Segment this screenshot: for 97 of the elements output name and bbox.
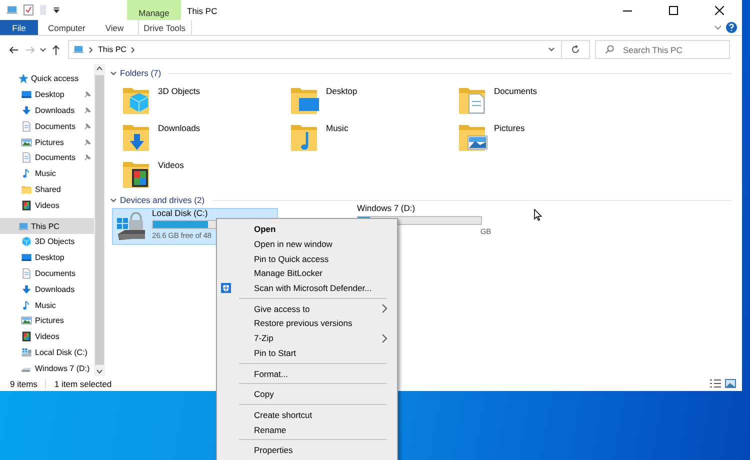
scroll-down-icon[interactable] [96,367,103,376]
landscape-icon [21,315,32,326]
maximize-icon [668,6,678,14]
ribbon-tab[interactable]: Computer [38,20,96,35]
pin-icon [84,138,91,146]
star-icon [18,73,29,84]
recent-locations-button[interactable] [38,48,48,52]
properties-icon[interactable] [23,4,34,16]
search-icon [605,45,614,54]
nav-item[interactable]: Videos [0,328,94,345]
nav-item[interactable]: Documents [0,266,94,282]
monitor-icon [21,252,32,264]
ribbon-tab[interactable]: File [0,20,38,35]
menu-item[interactable]: 7-Zip [217,330,397,346]
computer-icon [6,4,18,16]
music-note-icon [21,300,32,311]
group-header[interactable]: Folders (7) [120,68,162,78]
folder-tile[interactable]: Documents [456,80,624,117]
menu-item[interactable]: Scan with Microsoft Defender... [217,280,397,296]
computer-icon [73,44,84,55]
pin-icon [84,91,91,98]
nav-item[interactable]: Documents [0,118,94,134]
scrollbar-thumb[interactable] [95,75,104,365]
ribbon-tab[interactable]: View [95,20,134,35]
chevron-right-icon[interactable] [88,46,94,54]
menu-item[interactable]: Give access to [217,301,397,316]
monitor-icon [21,89,32,100]
shield-icon [221,283,231,294]
down-arrow-icon [21,284,32,295]
menu-item[interactable]: Create shortcut [217,408,397,422]
nav-item[interactable]: Music [0,297,94,313]
address-bar[interactable]: This PC [68,40,562,59]
film-icon [21,200,32,211]
nav-item[interactable]: Desktop [0,250,94,266]
folder-tile[interactable]: 3D Objects [120,80,288,117]
mouse-cursor-icon [534,209,542,221]
pin-icon [84,122,91,130]
landscape-icon [21,136,32,148]
nav-item[interactable]: Desktop [0,86,94,103]
down-arrow-icon [21,104,32,116]
document-icon [21,268,32,279]
folder-tile[interactable]: Pictures [456,117,624,154]
collapse-icon[interactable] [110,198,117,202]
group-header[interactable]: Devices and drives (2) [120,195,205,205]
help-icon[interactable] [726,22,737,33]
details-view-icon[interactable] [710,379,721,388]
folder-tile[interactable]: Videos [120,154,288,191]
music-note-icon [21,168,32,180]
item-count: 9 items [10,378,46,388]
collapse-icon[interactable] [110,70,117,76]
pin-icon [84,106,91,114]
nav-item[interactable]: Local Disk (C:) [0,344,94,360]
nav-item[interactable]: 3D Objects [0,234,94,250]
nav-item[interactable]: This PC [0,218,94,234]
chevron-down-icon[interactable] [714,24,722,30]
search-field[interactable]: Search This PC [595,40,730,59]
folder-tile[interactable]: Downloads [120,117,288,154]
chevron-right-icon[interactable] [130,46,136,54]
menu-item[interactable]: Properties [217,442,397,458]
close-icon [714,6,724,14]
nav-item[interactable]: Videos [0,197,94,214]
menu-item[interactable]: Pin to Quick access [217,251,397,266]
chevron-down-icon[interactable] [548,47,555,52]
ribbon-tab[interactable]: Drive Tools [138,20,192,35]
selection-count: 1 item selected [54,378,112,388]
film-icon [21,331,32,342]
menu-item[interactable]: Restore previous versions [217,316,397,331]
refresh-icon [571,45,580,54]
menu-item[interactable]: Copy [217,386,397,402]
nav-item[interactable]: Pictures [0,134,94,150]
menu-item[interactable]: Pin to Start [217,346,397,360]
large-icons-view-icon[interactable] [725,379,736,388]
nav-item[interactable]: Downloads [0,102,94,118]
scroll-up-icon[interactable] [96,64,103,73]
folder-tile[interactable]: Music [288,117,456,154]
document-icon [21,120,32,132]
nav-item[interactable]: Pictures [0,312,94,329]
nav-item[interactable]: Windows 7 (D:) [0,360,94,376]
nav-item[interactable]: Shared [0,182,94,198]
laptop-icon [18,220,29,232]
contextual-tab-header: Manage [127,0,181,20]
breadcrumb[interactable]: This PC [98,45,126,54]
refresh-button[interactable] [562,40,590,59]
folder-tile[interactable]: Desktop [288,80,456,117]
menu-item[interactable]: Format... [217,366,397,381]
menu-item[interactable]: Rename [217,422,397,437]
cube-icon [21,236,32,248]
nav-item[interactable]: Quick access [0,71,94,87]
pin-icon [84,154,91,162]
nav-item[interactable]: Downloads [0,281,94,298]
nav-item[interactable]: Documents [0,150,94,166]
menu-item[interactable]: Manage BitLocker [217,266,397,281]
nav-item[interactable]: Music [0,166,94,182]
document-icon [21,152,32,164]
window-title: This PC [186,5,218,18]
drive-icon [21,346,32,358]
dropdown-icon[interactable] [53,6,60,14]
